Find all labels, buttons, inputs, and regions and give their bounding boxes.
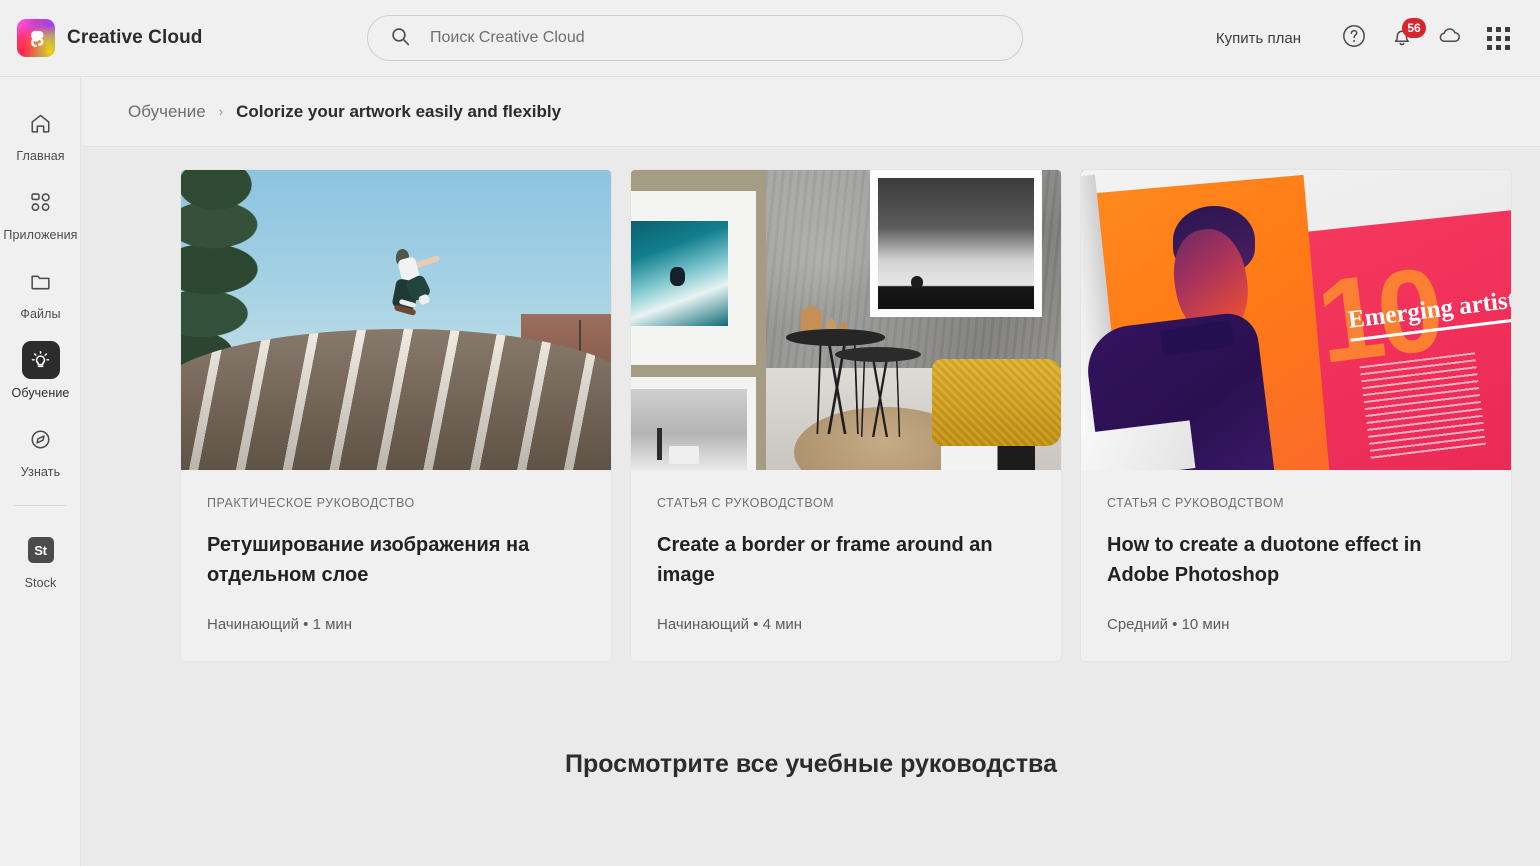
card-kicker: СТАТЬЯ С РУКОВОДСТВОМ [657,496,834,510]
breadcrumb-current-page: Colorize your artwork easily and flexibl… [236,101,562,121]
app-grid-button[interactable] [1474,15,1522,63]
search-box[interactable] [367,15,1023,61]
tutorial-card-grid: ПРАКТИЧЕСКОЕ РУКОВОДСТВО Ретуширование и… [82,147,1540,662]
tutorial-card[interactable]: СТАТЬЯ С РУКОВОДСТВОМ Create a border or… [630,169,1062,662]
creative-cloud-logo-icon [17,19,55,57]
top-bar-actions: Купить план 56 [1216,0,1522,77]
stock-glyph: St [27,537,54,563]
help-button[interactable] [1330,15,1378,63]
search-icon [391,27,410,51]
sidebar-item-label: Главная [16,149,65,163]
card-title: How to create a duotone effect in Adobe … [1107,534,1422,586]
sidebar-item-files[interactable]: Файлы [0,251,81,330]
card-kicker: ПРАКТИЧЕСКОЕ РУКОВОДСТВО [207,496,415,510]
grid-apps-icon [1486,27,1510,50]
sidebar-item-home[interactable]: Главная [0,93,81,172]
breadcrumb: Обучение › Colorize your artwork easily … [82,77,1540,147]
card-meta: Начинающий • 1 мин [207,616,353,633]
card-body: СТАТЬЯ С РУКОВОДСТВОМ How to create a du… [1081,470,1511,661]
card-title: Ретуширование изображения на отдельном с… [207,534,530,586]
sidebar-item-stock[interactable]: St Stock [0,520,81,599]
search-input[interactable] [430,29,990,47]
card-thumbnail-skateboarder [181,170,611,470]
breadcrumb-separator-icon: › [218,104,224,119]
cloud-icon [1436,22,1464,55]
compass-icon [22,420,60,458]
sidebar-item-label: Обучение [11,386,70,400]
top-app-bar: Creative Cloud Купить план [0,0,1540,77]
notifications-button[interactable]: 56 [1378,15,1426,63]
sidebar-item-label: Файлы [20,307,61,321]
sidebar-item-label: Stock [24,576,57,590]
left-sidebar: Главная Приложения Файлы Обучение Узнать… [0,77,81,866]
sidebar-item-label: Узнать [20,465,61,479]
sidebar-item-learn[interactable]: Обучение [0,330,81,409]
notification-badge: 56 [1402,17,1426,38]
apps-icon [22,183,60,221]
main-content: Обучение › Colorize your artwork easily … [82,77,1540,866]
tutorial-card[interactable]: 10 Emerging artists СТАТЬЯ С РУКОВОДСТВО… [1080,169,1512,662]
card-meta: Начинающий • 4 мин [657,616,803,633]
tutorial-card[interactable]: ПРАКТИЧЕСКОЕ РУКОВОДСТВО Ретуширование и… [180,169,612,662]
adobe-stock-icon: St [22,531,60,569]
sidebar-item-label: Приложения [3,228,78,242]
folder-icon [22,262,60,300]
card-body: ПРАКТИЧЕСКОЕ РУКОВОДСТВО Ретуширование и… [181,470,611,661]
card-thumbnail-magazine: 10 Emerging artists [1081,170,1511,470]
sidebar-divider [14,505,66,506]
breadcrumb-root-link[interactable]: Обучение [128,102,206,122]
brand[interactable]: Creative Cloud [17,19,317,57]
brand-name: Creative Cloud [67,27,203,48]
card-title: Create a border or frame around an image [657,534,993,586]
lightbulb-icon [21,341,60,379]
question-circle-icon [1341,23,1367,54]
browse-all-tutorials-heading: Просмотрите все учебные руководства [564,750,1058,778]
home-icon [22,104,60,142]
card-meta: Средний • 10 мин [1107,616,1230,633]
search-bar[interactable] [367,15,1023,61]
card-thumbnail-interior [631,170,1061,470]
card-kicker: СТАТЬЯ С РУКОВОДСТВОМ [1107,496,1284,510]
sidebar-item-apps[interactable]: Приложения [0,172,81,251]
cloud-sync-button[interactable] [1426,15,1474,63]
buy-plan-link[interactable]: Купить план [1216,30,1301,47]
sidebar-item-discover[interactable]: Узнать [0,409,81,488]
card-body: СТАТЬЯ С РУКОВОДСТВОМ Create a border or… [631,470,1061,661]
